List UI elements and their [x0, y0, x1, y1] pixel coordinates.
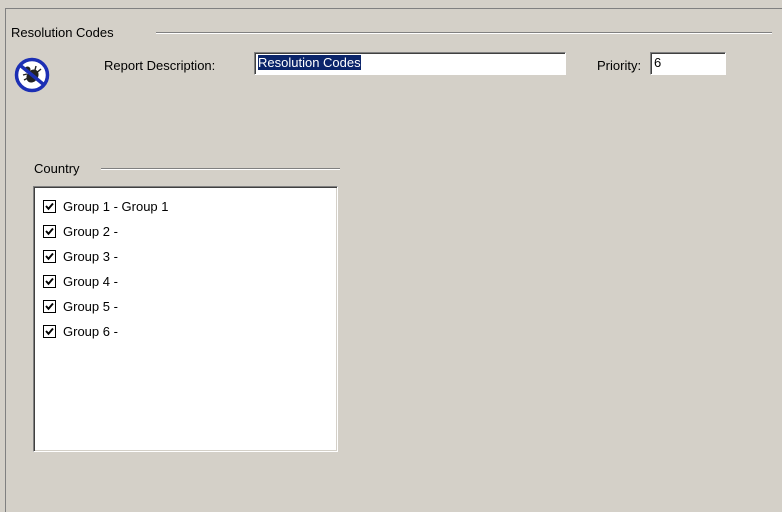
list-item[interactable]: Group 2 -	[43, 219, 337, 244]
no-bug-icon	[14, 57, 50, 93]
list-item[interactable]: Group 5 -	[43, 294, 337, 319]
checkbox[interactable]	[43, 225, 56, 238]
list-item[interactable]: Group 3 -	[43, 244, 337, 269]
priority-input[interactable]: 6	[650, 52, 726, 75]
resolution-group-title: Resolution Codes	[11, 25, 114, 40]
resolution-group-divider	[156, 32, 772, 34]
country-group-title: Country	[34, 161, 80, 176]
priority-label: Priority:	[597, 58, 642, 73]
report-description-input[interactable]: Resolution Codes	[254, 52, 566, 75]
list-item-label: Group 3 -	[63, 249, 118, 264]
list-item[interactable]: Group 6 -	[43, 319, 337, 344]
checkbox[interactable]	[43, 250, 56, 263]
checkbox[interactable]	[43, 200, 56, 213]
list-item-label: Group 2 -	[63, 224, 118, 239]
checkbox[interactable]	[43, 300, 56, 313]
priority-value: 6	[654, 55, 662, 70]
list-item-label: Group 6 -	[63, 324, 118, 339]
country-listbox[interactable]: Group 1 - Group 1 Group 2 - Group 3 - Group…	[33, 186, 338, 452]
checkbox[interactable]	[43, 325, 56, 338]
country-group-divider	[101, 168, 340, 170]
list-item-label: Group 4 -	[63, 274, 118, 289]
checkbox[interactable]	[43, 275, 56, 288]
list-item[interactable]: Group 1 - Group 1	[43, 194, 337, 219]
report-description-value: Resolution Codes	[258, 55, 361, 70]
list-item-label: Group 1 - Group 1	[63, 199, 169, 214]
list-item[interactable]: Group 4 -	[43, 269, 337, 294]
list-item-label: Group 5 -	[63, 299, 118, 314]
report-description-label: Report Description:	[104, 58, 216, 73]
